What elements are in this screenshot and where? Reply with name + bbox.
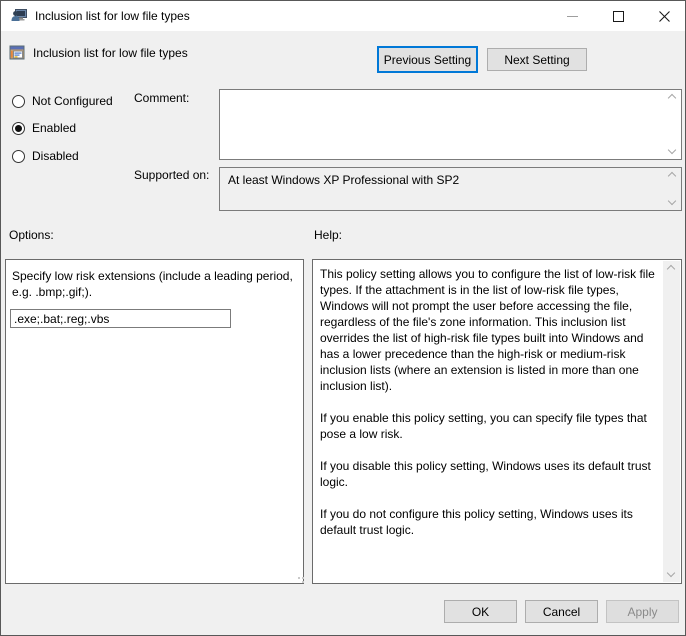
window-title: Inclusion list for low file types [35,1,190,31]
minimize-icon [567,16,578,17]
radio-label: Not Configured [32,94,113,108]
scroll-down-icon[interactable] [669,147,676,154]
comment-label: Comment: [134,91,189,105]
ok-button[interactable]: OK [444,600,517,623]
extensions-description: Specify low risk extensions (include a l… [12,268,295,300]
supported-on-value: At least Windows XP Professional with SP… [228,173,657,187]
previous-setting-button[interactable]: Previous Setting [377,46,478,73]
radio-circle-icon [12,95,25,108]
policy-setting-dialog: Inclusion list for low file types Inclus… [0,0,686,636]
group-policy-window-icon [11,8,27,24]
help-section-label: Help: [314,228,342,242]
titlebar: Inclusion list for low file types [1,1,685,31]
radio-label: Enabled [32,121,76,135]
scroll-up-icon[interactable] [669,95,676,102]
policy-setting-icon [9,45,25,61]
scroll-up-icon[interactable] [668,266,675,273]
help-scrollbar[interactable] [663,261,680,582]
close-icon [659,11,670,22]
supported-on-label: Supported on: [134,168,209,182]
splitter-grip[interactable] [298,577,306,583]
apply-button: Apply [606,600,679,623]
close-button[interactable] [641,1,686,31]
options-panel: Specify low risk extensions (include a l… [5,259,304,584]
radio-not-configured[interactable]: Not Configured [12,94,113,108]
scroll-down-icon[interactable] [669,198,676,205]
scroll-down-icon[interactable] [668,570,675,577]
radio-disabled[interactable]: Disabled [12,149,79,163]
cancel-button[interactable]: Cancel [525,600,598,623]
radio-circle-icon [12,122,25,135]
minimize-button[interactable] [549,1,595,31]
next-setting-button[interactable]: Next Setting [487,48,587,71]
help-text: This policy setting allows you to config… [320,266,657,538]
extensions-input[interactable] [10,309,231,328]
radio-enabled[interactable]: Enabled [12,121,76,135]
supported-on-box: At least Windows XP Professional with SP… [219,167,682,211]
maximize-button[interactable] [595,1,641,31]
radio-label: Disabled [32,149,79,163]
scroll-up-icon[interactable] [669,173,676,180]
setting-title: Inclusion list for low file types [33,45,188,61]
help-panel: This policy setting allows you to config… [312,259,682,584]
radio-circle-icon [12,150,25,163]
comment-textarea[interactable] [219,89,682,160]
maximize-icon [613,11,624,22]
options-section-label: Options: [9,228,54,242]
